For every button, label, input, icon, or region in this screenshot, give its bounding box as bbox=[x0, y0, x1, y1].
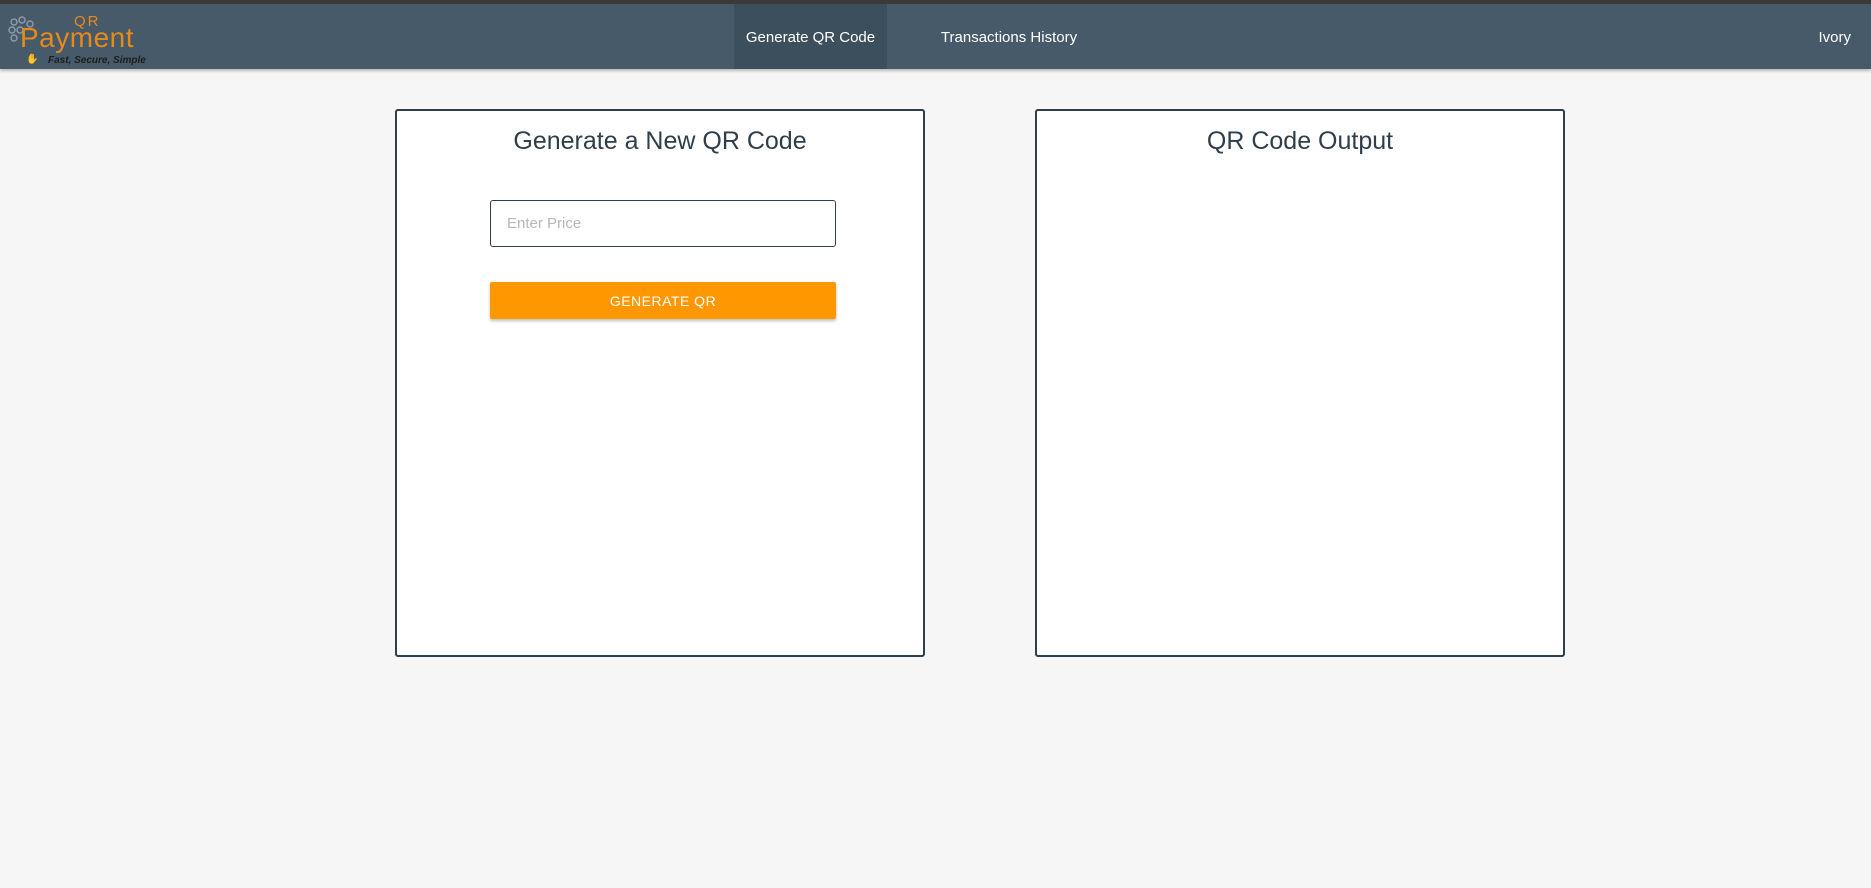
price-input[interactable] bbox=[490, 200, 836, 247]
qr-payment-logo[interactable]: QR Payment ✋ Fast, Secure, Simple bbox=[8, 10, 168, 66]
top-navbar: QR Payment ✋ Fast, Secure, Simple Genera… bbox=[0, 0, 1871, 69]
logo-payment-text: Payment bbox=[20, 22, 134, 53]
user-menu[interactable]: Ivory bbox=[1818, 4, 1851, 69]
generate-card-title: Generate a New QR Code bbox=[513, 127, 807, 155]
hand-icon: ✋ bbox=[26, 54, 39, 65]
generate-qr-card: Generate a New QR Code GENERATE QR bbox=[395, 109, 925, 657]
output-card-title: QR Code Output bbox=[1206, 127, 1394, 155]
qr-output-card: QR Code Output bbox=[1035, 109, 1565, 657]
nav-generate-qr-code[interactable]: Generate QR Code bbox=[734, 4, 887, 69]
generate-qr-button[interactable]: GENERATE QR bbox=[490, 282, 836, 319]
logo-tagline: Fast, Secure, Simple bbox=[48, 55, 146, 66]
nav-transactions-history[interactable]: Transactions History bbox=[920, 4, 1098, 69]
